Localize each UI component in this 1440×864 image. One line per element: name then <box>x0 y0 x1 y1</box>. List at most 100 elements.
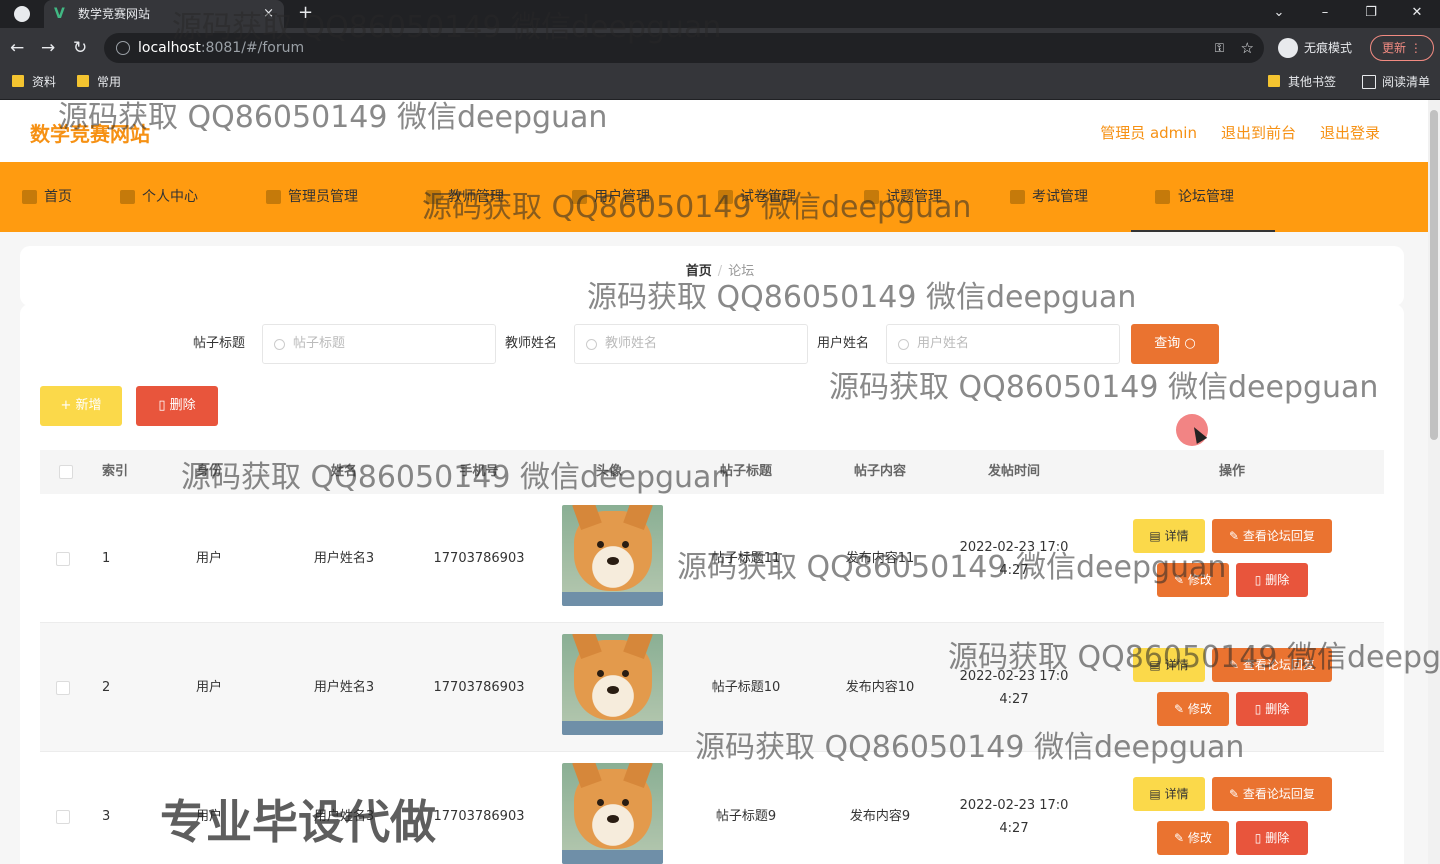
menu-item-profile[interactable]: 个人中心 <box>120 162 198 232</box>
search-icon: ○ <box>1184 336 1196 351</box>
view-replies-button[interactable]: ✎ 查看论坛回复 <box>1212 777 1332 811</box>
query-button[interactable]: 查询 ○ <box>1131 324 1219 364</box>
edit-button[interactable]: ✎ 修改 <box>1157 692 1229 726</box>
view-replies-button[interactable]: ✎ 查看论坛回复 <box>1212 519 1332 553</box>
avatar <box>562 763 663 864</box>
detail-button[interactable]: ▤ 详情 <box>1133 777 1205 811</box>
add-button[interactable]: + 新增 <box>40 386 122 426</box>
placeholder: 教师姓名 <box>605 336 658 351</box>
cell-name: 用户姓名3 <box>313 680 375 695</box>
view-replies-label: 查看论坛回复 <box>1242 658 1315 672</box>
edit-button[interactable]: ✎ 修改 <box>1157 821 1229 855</box>
minimize-icon[interactable]: – <box>1302 0 1348 28</box>
cell-role: 用户 <box>195 551 222 566</box>
delete-button[interactable]: ▯ 删除 <box>1236 692 1308 726</box>
site-info-icon[interactable] <box>116 41 130 55</box>
menu-label: 首页 <box>44 189 72 205</box>
select-all-checkbox[interactable] <box>59 465 73 479</box>
table-row: 1 用户 用户姓名3 17703786903 帖子标题11 发布内容11 202… <box>40 494 1384 623</box>
batch-delete-button[interactable]: ▯ 删除 <box>136 386 218 426</box>
menu-item-admins[interactable]: 管理员管理 <box>266 162 358 232</box>
other-bookmarks[interactable]: 其他书签 <box>1266 68 1336 96</box>
search-label-teacher: 教师姓名 <box>505 336 558 351</box>
menu-item-teachers[interactable]: 教师管理 <box>426 162 504 232</box>
detail-label: 详情 <box>1164 529 1189 543</box>
teacher-name-search-input[interactable]: 教师姓名 <box>574 324 808 364</box>
new-tab-button[interactable]: + <box>298 0 313 26</box>
site-header: 数学竞赛网站 管理员 admin 退出到前台 退出登录 <box>0 100 1428 162</box>
header-links: 管理员 admin 退出到前台 退出登录 <box>1100 122 1380 143</box>
delete-button[interactable]: ▯ 删除 <box>1236 563 1308 597</box>
url-input[interactable]: localhost:8081/#/forum ⚿ ☆ <box>104 33 1264 63</box>
key-icon[interactable]: ⚿ <box>1215 33 1224 63</box>
bookmark-folder[interactable]: 资料 <box>10 68 56 96</box>
menu-item-home[interactable]: 首页 <box>22 162 72 232</box>
menu-item-forum[interactable]: 论坛管理 <box>1131 162 1275 232</box>
forward-icon[interactable]: → <box>41 36 55 60</box>
placeholder: 用户姓名 <box>917 336 970 351</box>
cell-name: 用户姓名3 <box>313 551 375 566</box>
cell-time: 2022-02-23 17:0 4:27 <box>948 623 1080 752</box>
breadcrumb: 首页 / 论坛 <box>0 260 1440 279</box>
edit-button[interactable]: ✎ 修改 <box>1157 563 1229 597</box>
incognito-chip[interactable]: 无痕模式 <box>1278 34 1352 62</box>
top-nav-menu: 首页 个人中心 管理员管理 教师管理 用户管理 试卷管理 试题管理 考试管理 论… <box>0 162 1428 232</box>
menu-label: 考试管理 <box>1032 189 1088 205</box>
post-title-search-input[interactable]: 帖子标题 <box>262 324 496 364</box>
search-label-title: 帖子标题 <box>193 336 246 351</box>
breadcrumb-separator: / <box>717 264 723 279</box>
browser-tab[interactable]: V 数学竞赛网站 × <box>44 0 284 28</box>
row-checkbox[interactable] <box>56 810 70 824</box>
row-checkbox[interactable] <box>56 681 70 695</box>
paper-icon <box>718 190 733 204</box>
reload-icon[interactable]: ↻ <box>73 36 87 60</box>
menu-item-exams[interactable]: 考试管理 <box>1010 162 1088 232</box>
row-checkbox[interactable] <box>56 552 70 566</box>
update-button[interactable]: 更新 ⋮ <box>1370 35 1434 61</box>
bookmark-star-icon[interactable]: ☆ <box>1241 33 1254 63</box>
address-bar-row: ← → ↻ localhost:8081/#/forum ⚿ ☆ 无痕模式 更新… <box>0 28 1440 68</box>
browser-tab-strip: V 数学竞赛网站 × + ⌄ – ❐ ✕ <box>0 0 1440 28</box>
column-header: 发帖时间 <box>987 464 1040 479</box>
logout-link[interactable]: 退出登录 <box>1320 122 1380 143</box>
menu-label: 教师管理 <box>448 189 504 205</box>
delete-button[interactable]: ▯ 删除 <box>1236 821 1308 855</box>
cell-index: 1 <box>102 551 111 566</box>
back-to-front-link[interactable]: 退出到前台 <box>1221 122 1296 143</box>
menu-label: 个人中心 <box>142 189 198 205</box>
search-label-user: 用户姓名 <box>817 336 870 351</box>
user-name-search-input[interactable]: 用户姓名 <box>886 324 1120 364</box>
menu-label: 试卷管理 <box>740 189 796 205</box>
detail-button[interactable]: ▤ 详情 <box>1133 648 1205 682</box>
menu-item-users[interactable]: 用户管理 <box>572 162 650 232</box>
delete-label: 删除 <box>1265 573 1290 587</box>
tab-search-icon[interactable]: ⌄ <box>1256 0 1302 28</box>
column-header: 帖子内容 <box>853 464 906 479</box>
view-replies-label: 查看论坛回复 <box>1242 787 1315 801</box>
edit-label: 修改 <box>1187 702 1212 716</box>
cell-content: 发布内容10 <box>845 680 915 695</box>
restore-icon[interactable]: ❐ <box>1348 0 1394 28</box>
view-replies-button[interactable]: ✎ 查看论坛回复 <box>1212 648 1332 682</box>
cell-phone: 17703786903 <box>433 680 525 695</box>
detail-button[interactable]: ▤ 详情 <box>1133 519 1205 553</box>
reading-list[interactable]: 阅读清单 <box>1360 68 1430 96</box>
page-scrollbar[interactable] <box>1428 100 1440 864</box>
admin-icon <box>266 190 281 204</box>
incognito-icon <box>14 6 30 22</box>
breadcrumb-home[interactable]: 首页 <box>686 264 712 279</box>
cell-content: 发布内容9 <box>849 809 911 824</box>
cell-time: 2022-02-23 17:0 4:27 <box>948 752 1080 864</box>
menu-item-papers[interactable]: 试卷管理 <box>718 162 796 232</box>
bookmark-folder[interactable]: 常用 <box>75 68 121 96</box>
tab-close-icon[interactable]: × <box>263 0 274 28</box>
column-header: 索引 <box>101 464 128 479</box>
avatar <box>562 505 663 606</box>
update-label: 更新 <box>1382 41 1407 55</box>
users-icon <box>572 190 587 204</box>
back-icon[interactable]: ← <box>10 36 24 60</box>
menu-item-questions[interactable]: 试题管理 <box>864 162 942 232</box>
cell-phone: 17703786903 <box>433 809 525 824</box>
detail-label: 详情 <box>1164 787 1189 801</box>
close-window-icon[interactable]: ✕ <box>1394 0 1440 28</box>
